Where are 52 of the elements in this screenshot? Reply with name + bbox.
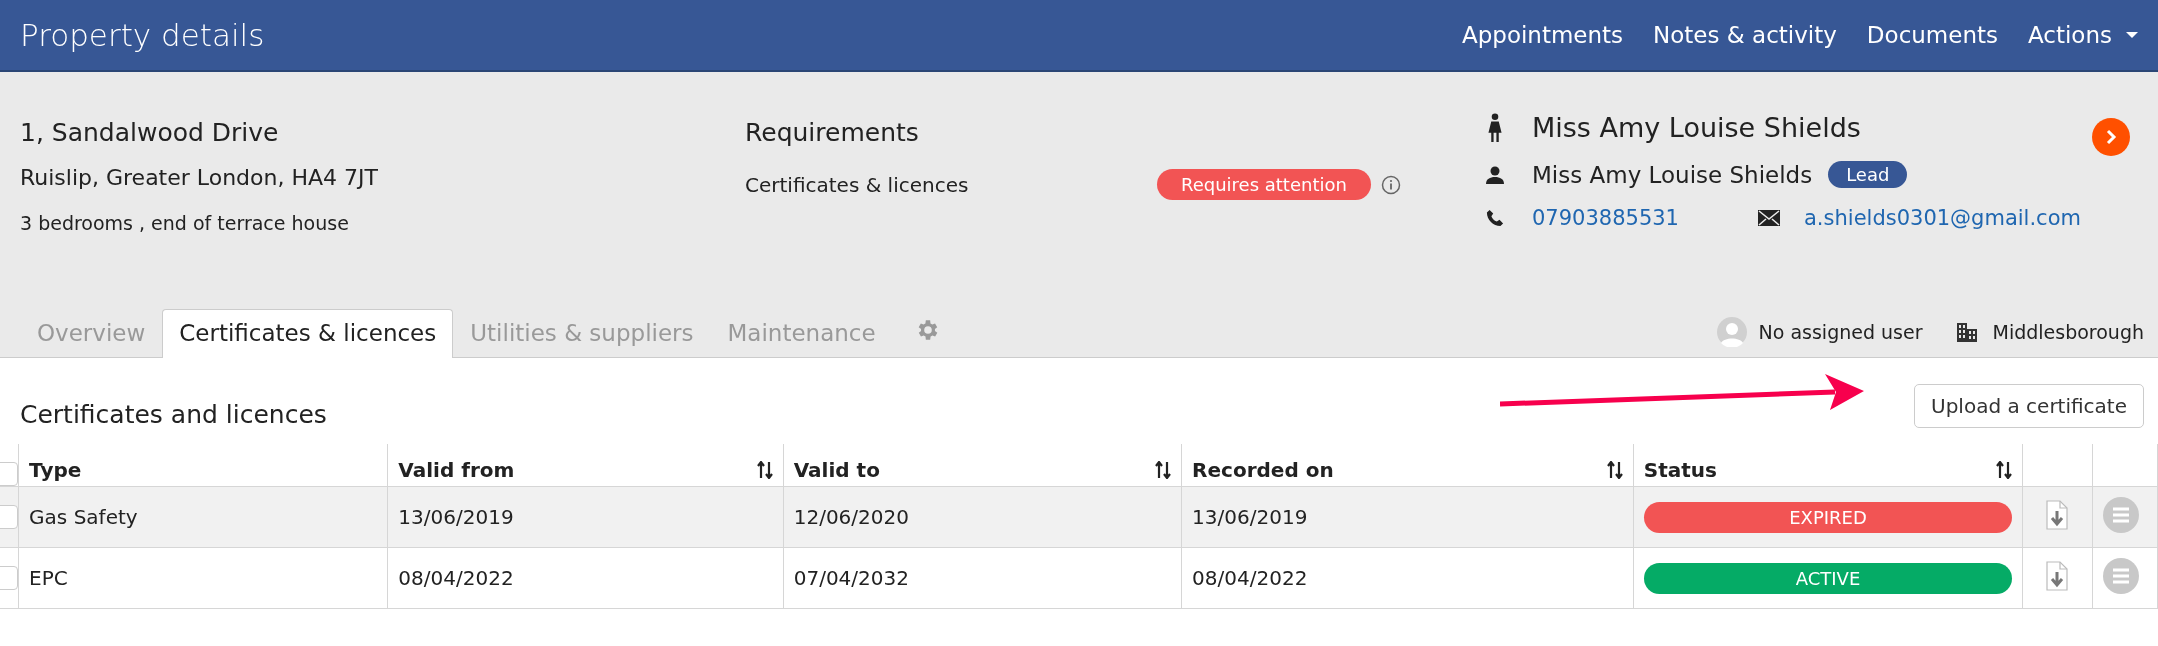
sort-icon[interactable] xyxy=(1606,461,1623,479)
next-button[interactable] xyxy=(2092,118,2130,156)
contact-name: Miss Amy Louise Shields xyxy=(1532,112,1861,143)
nav-link[interactable]: Documents xyxy=(1866,22,1998,48)
assigned-user: No assigned user xyxy=(1758,321,1923,343)
caret-icon xyxy=(2126,32,2138,38)
section-title: Certificates and licences xyxy=(20,399,327,429)
email-link[interactable]: a.shields0301@gmail.com xyxy=(1804,206,2081,230)
requirement-label: Certificates & licences xyxy=(745,172,970,197)
address-line: Ruislip, Greater London, HA4 7JT xyxy=(20,165,379,190)
table-cell: 07/04/2032 xyxy=(783,547,1182,609)
status-badge: ACTIVE xyxy=(1643,562,2013,594)
row-checkbox[interactable] xyxy=(0,566,18,590)
address-line: 1, Sandalwood Drive xyxy=(20,118,280,147)
phone-link[interactable]: 07903885531 xyxy=(1532,206,1754,230)
column-header[interactable]: Type xyxy=(18,444,388,487)
table-row[interactable]: Gas Safety 13/06/2019 12/06/2020 13/06/2019 EXPIRED xyxy=(0,486,2158,548)
upload-button[interactable]: Upload a certificate xyxy=(1914,384,2144,428)
nav-link[interactable]: Actions xyxy=(2028,22,2138,48)
nav-link[interactable]: Notes & activity xyxy=(1653,22,1837,48)
table-cell: 12/06/2020 xyxy=(783,486,1182,548)
row-checkbox[interactable] xyxy=(0,505,18,529)
file-download-icon[interactable] xyxy=(2046,560,2069,591)
column-header[interactable]: Valid from xyxy=(387,444,784,487)
table-cell: Gas Safety xyxy=(18,486,388,548)
column-header[interactable]: Valid to xyxy=(783,444,1182,487)
tab[interactable]: Certificates & licences xyxy=(162,309,454,358)
sort-icon[interactable] xyxy=(1996,461,2013,479)
column-header[interactable]: Recorded on xyxy=(1181,444,1634,487)
lead-name: Miss Amy Louise Shields xyxy=(1532,161,1813,188)
file-download-icon[interactable] xyxy=(2046,499,2069,530)
requirements-title: Requirements xyxy=(745,118,920,147)
table-cell: 08/04/2022 xyxy=(387,547,784,609)
page-title: Property details xyxy=(20,17,265,53)
status-badge: EXPIRED xyxy=(1643,501,2013,533)
branch-name: Middlesborough xyxy=(1992,321,2144,343)
lead-badge: Lead xyxy=(1828,161,1908,188)
info-icon[interactable] xyxy=(1380,174,1401,195)
building-icon xyxy=(1956,321,1979,343)
table-cell: 13/06/2019 xyxy=(387,486,784,548)
nav-link[interactable]: Appointments xyxy=(1461,22,1624,48)
avatar-icon xyxy=(1716,317,1747,347)
table-cell: 13/06/2019 xyxy=(1181,486,1634,548)
attention-badge: Requires attention xyxy=(1157,169,1371,200)
property-description: 3 bedrooms , end of terrace house xyxy=(20,212,350,234)
table-cell: EPC xyxy=(18,547,388,609)
sort-icon[interactable] xyxy=(1155,461,1172,479)
column-header[interactable]: Status xyxy=(1633,444,2023,487)
table-row[interactable]: EPC 08/04/2022 07/04/2032 08/04/2022 ACTIVE xyxy=(0,547,2158,609)
sort-icon[interactable] xyxy=(756,461,773,479)
table-cell: 08/04/2022 xyxy=(1181,547,1634,609)
select-all-checkbox[interactable] xyxy=(0,462,18,486)
